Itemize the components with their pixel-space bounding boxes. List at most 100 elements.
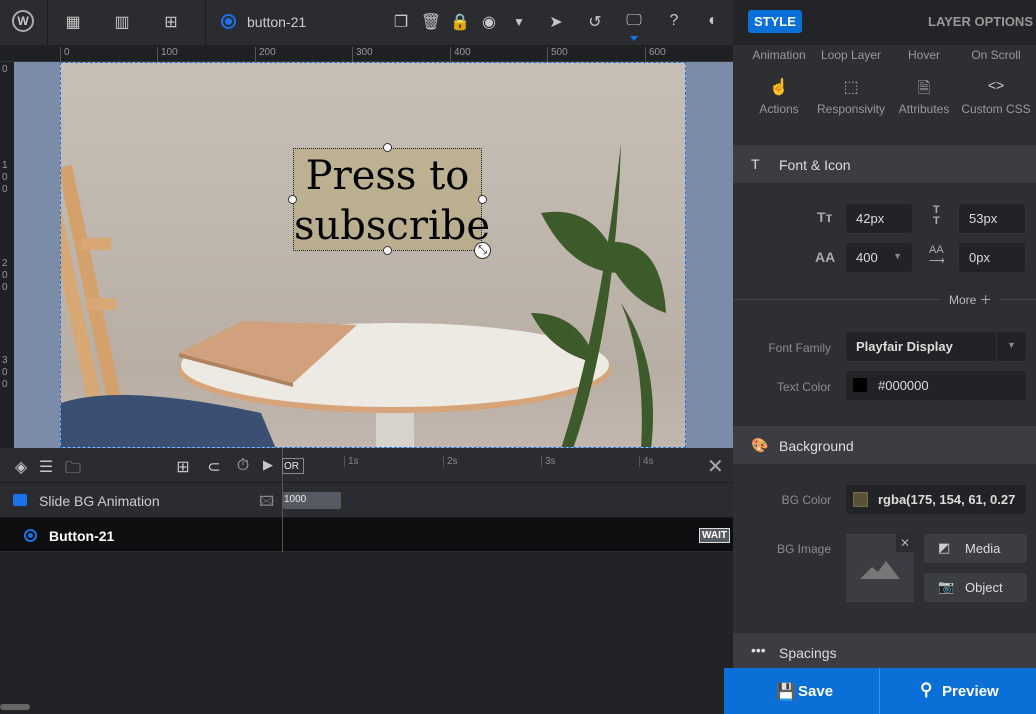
- ruler-label: 400: [450, 47, 471, 62]
- library-icon[interactable]: ▥: [111, 12, 133, 32]
- delete-icon[interactable]: 🗑: [420, 12, 442, 32]
- line-height-input[interactable]: 53px: [959, 204, 1025, 233]
- timeline-marker[interactable]: OR: [282, 458, 304, 474]
- bg-image-placeholder[interactable]: ✕: [846, 534, 914, 602]
- timeline-row-button-21[interactable]: Button-21 WAIT: [0, 518, 733, 552]
- layer-type-icon: [221, 14, 236, 29]
- style-tab[interactable]: STYLE: [748, 10, 802, 33]
- wait-badge[interactable]: WAIT: [699, 528, 730, 543]
- help-icon[interactable]: ?: [663, 12, 685, 30]
- list-icon[interactable]: ☰: [35, 457, 57, 477]
- slide-background-image[interactable]: [60, 62, 686, 448]
- text-color-label: Text Color: [776, 380, 831, 394]
- duplicate-icon[interactable]: ❐: [390, 12, 412, 32]
- bg-color-label: BG Color: [781, 493, 831, 507]
- background-section-header[interactable]: 🎨 Background: [733, 426, 1036, 464]
- timeline-row-slide-bg[interactable]: Slide BG Animation 🖾 1000: [0, 483, 733, 518]
- close-timeline-icon[interactable]: ✕: [707, 454, 724, 479]
- time-tick: 1s: [344, 456, 359, 467]
- tab-loop-layer[interactable]: Loop Layer: [813, 48, 889, 62]
- tab-custom-css[interactable]: Custom CSS: [958, 102, 1034, 116]
- gallery-icon[interactable]: 🖾: [259, 491, 274, 515]
- tab-animation[interactable]: Animation: [741, 48, 817, 62]
- save-button[interactable]: 💾 Save: [724, 668, 880, 714]
- tab-responsivity[interactable]: Responsivity: [813, 102, 889, 116]
- dropdown-icon[interactable]: ▼: [508, 15, 530, 29]
- contrast-icon[interactable]: ◐: [702, 12, 724, 30]
- layer-name[interactable]: button-21: [247, 14, 306, 30]
- stopwatch-icon[interactable]: ⏱: [232, 457, 254, 475]
- font-weight-select[interactable]: 400 ▼: [846, 243, 912, 272]
- bg-color-input[interactable]: rgba(175, 154, 61, 0.27: [846, 485, 1026, 514]
- scale-handle-icon[interactable]: ⤡: [474, 242, 491, 259]
- top-toolbar: W ▦ ▥ ⊞ button-21 ❐ 🗑 🔒 ◉ ▼ ➤ ↺ 🖵 ? ◐: [0, 0, 733, 45]
- horizontal-ruler: 0 100 200 300 400 500 600: [0, 45, 733, 62]
- folder-icon[interactable]: 🗀: [62, 457, 84, 484]
- lock-icon[interactable]: 🔒: [449, 12, 471, 32]
- resize-handle[interactable]: [288, 195, 297, 204]
- layer-options-tab[interactable]: LAYER OPTIONS: [928, 14, 1033, 29]
- room-scene-illustration: [61, 143, 666, 447]
- magnet-icon[interactable]: ⊂: [203, 457, 225, 477]
- chevron-down-icon: ▼: [893, 251, 902, 261]
- tab-hover[interactable]: Hover: [886, 48, 962, 62]
- color-swatch: [853, 492, 868, 507]
- text-layer-button-21[interactable]: Press to subscribe: [293, 148, 490, 251]
- palette-icon: 🎨: [751, 437, 769, 453]
- time-tick: 2s: [443, 456, 458, 467]
- plus-icon: ＋: [979, 293, 992, 307]
- line-height-icon: TT: [933, 204, 940, 227]
- chevron-down-icon: ▼: [996, 332, 1026, 361]
- tab-on-scroll[interactable]: On Scroll: [958, 48, 1034, 62]
- text-color-value: #000000: [878, 378, 929, 393]
- layer-text-line: Press to: [305, 153, 470, 199]
- letter-spacing-input[interactable]: 0px: [959, 243, 1025, 272]
- font-family-select[interactable]: Playfair Display ▼: [846, 332, 1026, 361]
- animation-duration-bar[interactable]: 1000: [283, 492, 341, 509]
- preview-button[interactable]: ⚲ Preview: [880, 668, 1036, 714]
- visibility-icon[interactable]: ◉: [478, 12, 500, 32]
- resize-handle[interactable]: [383, 143, 392, 152]
- media-button[interactable]: ◩ Media: [924, 534, 1027, 563]
- spacings-section-header[interactable]: ••• Spacings: [733, 633, 1036, 668]
- more-button[interactable]: More ＋: [941, 291, 1000, 308]
- image-icon: [13, 494, 27, 506]
- bg-image-label: BG Image: [776, 542, 831, 556]
- object-button[interactable]: 📷 Object: [924, 573, 1027, 602]
- wordpress-icon[interactable]: W: [12, 10, 34, 32]
- media-label: Media: [965, 541, 1001, 556]
- text-icon: T: [751, 156, 760, 172]
- font-size-input[interactable]: 42px: [846, 204, 912, 233]
- section-title: Spacings: [779, 645, 837, 661]
- clear-image-icon[interactable]: ✕: [896, 534, 914, 552]
- ruler-label: 300: [2, 355, 8, 390]
- resize-handle[interactable]: [478, 195, 487, 204]
- desktop-icon[interactable]: 🖵: [623, 12, 645, 30]
- grid-icon[interactable]: ▦: [62, 12, 84, 32]
- ruler-label: 500: [547, 47, 568, 62]
- tab-actions[interactable]: Actions: [741, 102, 817, 116]
- search-icon: ⚲: [920, 680, 933, 699]
- text-color-input[interactable]: #000000: [846, 371, 1026, 400]
- font-icon-section-header[interactable]: T Font & Icon: [733, 145, 1036, 183]
- hand-pointer-icon: ☝: [769, 79, 789, 96]
- save-label: Save: [798, 683, 834, 700]
- play-icon[interactable]: ▶: [257, 457, 279, 473]
- cursor-icon[interactable]: ➤: [545, 12, 567, 32]
- undo-icon[interactable]: ↺: [584, 12, 606, 32]
- ruler-label: 100: [157, 47, 178, 62]
- grid-snap-icon[interactable]: ⊞: [172, 457, 194, 477]
- resize-handle[interactable]: [383, 246, 392, 255]
- letter-spacing-icon: AA ⟶: [929, 244, 945, 267]
- timeline-toolbar: ◈ ☰ 🗀 ⊞ ⊂ ⏱ ▶ OR 1s 2s 3s 4s ✕: [0, 448, 733, 483]
- horizontal-scrollbar[interactable]: [0, 704, 30, 710]
- add-slide-icon[interactable]: ⊞: [160, 12, 182, 32]
- layers-icon[interactable]: ◈: [10, 457, 32, 477]
- font-family-label: Font Family: [768, 341, 831, 355]
- font-size-icon: Tт: [817, 209, 833, 225]
- vertical-ruler: 0 100 200 300: [0, 62, 14, 448]
- section-title: Font & Icon: [779, 157, 851, 173]
- more-dots-icon: •••: [751, 642, 766, 658]
- layer-type-icon: [24, 529, 37, 542]
- tab-attributes[interactable]: Attributes: [886, 102, 962, 116]
